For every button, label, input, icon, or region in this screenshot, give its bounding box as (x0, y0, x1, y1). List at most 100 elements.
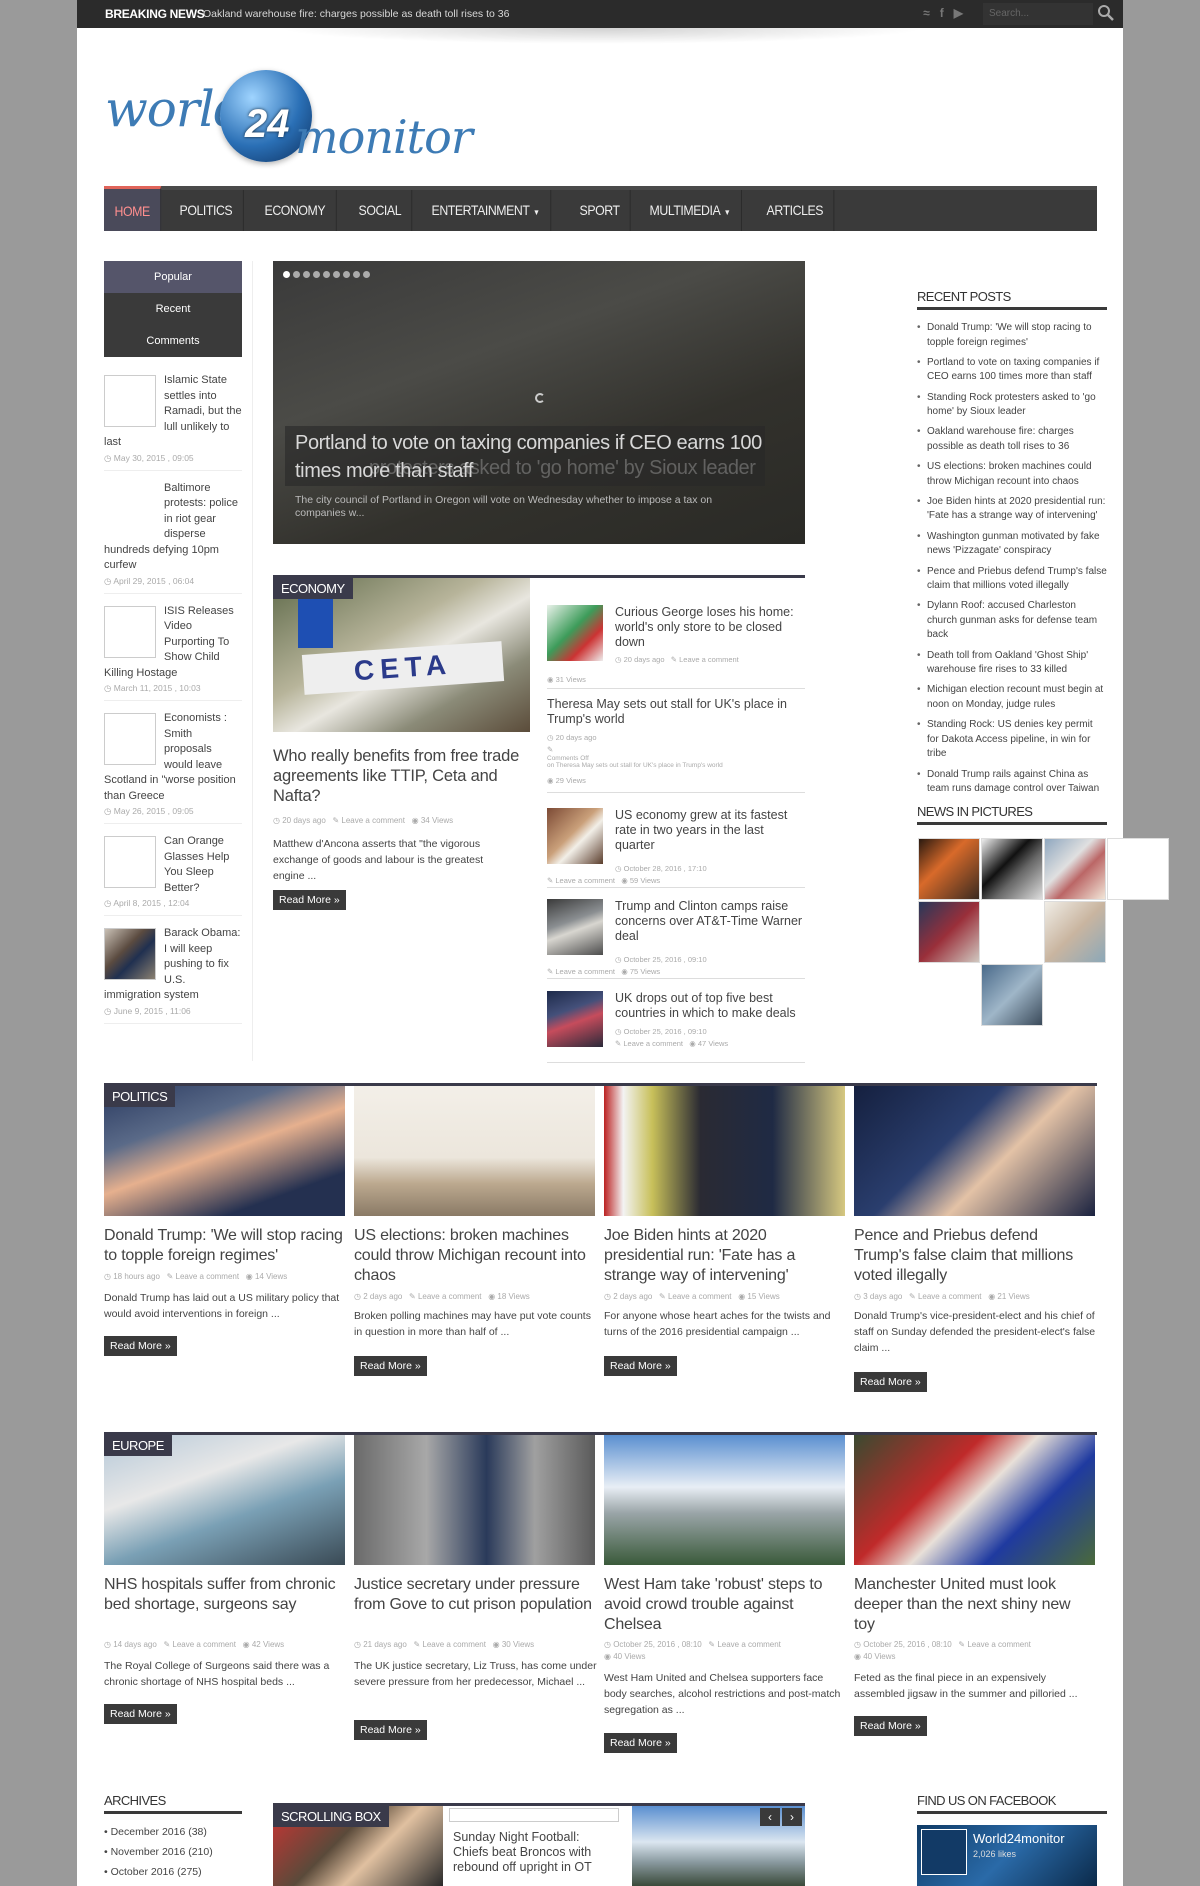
recent-post-link[interactable]: Donald Trump: 'We will stop racing to to… (917, 321, 1107, 350)
rss-icon[interactable]: ≈ (923, 6, 930, 20)
recent-post-link[interactable]: Pence and Priebus defend Trump's false c… (917, 565, 1107, 594)
read-more-button[interactable]: Read More » (354, 1720, 427, 1740)
politics-card-title[interactable]: US elections: broken machines could thro… (354, 1226, 595, 1286)
read-more-button[interactable]: Read More » (854, 1372, 927, 1392)
politics-image[interactable] (604, 1086, 845, 1216)
slider-dot[interactable] (363, 271, 370, 278)
category-label-europe[interactable]: EUROPE (104, 1435, 172, 1456)
site-logo[interactable]: world 24 monitor (105, 50, 485, 185)
tab-recent[interactable]: Recent (104, 293, 242, 325)
recent-post-link[interactable]: Washington gunman motivated by fake news… (917, 530, 1107, 559)
list-item[interactable]: Islamic State settles into Ramadi, but t… (104, 373, 242, 471)
search-input[interactable]: Search... (983, 3, 1093, 25)
slider-dot[interactable] (333, 271, 340, 278)
picture-thumbnail[interactable] (918, 838, 980, 900)
slider-dot[interactable] (323, 271, 330, 278)
nav-articles[interactable]: ARTICLES (756, 190, 835, 231)
prev-arrow-icon[interactable]: ‹ (760, 1808, 780, 1826)
nav-social[interactable]: SOCIAL (348, 190, 413, 231)
picture-thumbnail[interactable] (981, 964, 1043, 1026)
breaking-news-ticker[interactable]: Oakland warehouse fire: charges possible… (203, 0, 509, 28)
politics-card-title[interactable]: Joe Biden hints at 2020 presidential run… (604, 1226, 845, 1286)
picture-thumbnail[interactable] (1044, 901, 1106, 963)
list-item-title[interactable]: Trump and Clinton camps raise concerns o… (615, 899, 805, 944)
nav-home[interactable]: HOME (104, 186, 162, 231)
nav-politics[interactable]: POLITICS (169, 190, 244, 231)
nav-entertainment[interactable]: ENTERTAINMENT ▼ (421, 190, 551, 231)
archive-link[interactable]: • November 2016 (210) (104, 1842, 242, 1862)
nav-economy[interactable]: ECONOMY (254, 190, 337, 231)
europe-card-title[interactable]: Manchester United must look deeper than … (854, 1575, 1095, 1635)
thumbnail-image[interactable] (547, 808, 603, 864)
recent-post-link[interactable]: US elections: broken machines could thro… (917, 460, 1107, 489)
slider-dot[interactable] (293, 271, 300, 278)
slider-dot[interactable] (283, 271, 290, 278)
tab-comments[interactable]: Comments (104, 325, 242, 357)
read-more-button[interactable]: Read More » (273, 890, 346, 910)
economy-main-image[interactable]: CETA (273, 578, 530, 732)
thumbnail-image[interactable] (547, 899, 603, 955)
list-item-title[interactable]: Theresa May sets out stall for UK's plac… (547, 697, 805, 727)
youtube-icon[interactable]: ▶ (954, 6, 963, 20)
category-label-economy[interactable]: ECONOMY (273, 578, 353, 599)
list-item[interactable]: ISIS Releases Video Purporting To Show C… (104, 604, 242, 701)
next-arrow-icon[interactable]: › (782, 1808, 802, 1826)
list-item-title[interactable]: US economy grew at its fastest rate in t… (615, 808, 805, 853)
slider-dot[interactable] (343, 271, 350, 278)
thumbnail-image[interactable] (547, 991, 603, 1047)
recent-post-link[interactable]: Death toll from Oakland 'Ghost Ship' war… (917, 649, 1107, 678)
list-item[interactable]: Baltimore protests: police in riot gear … (104, 481, 242, 594)
picture-thumbnail[interactable] (1107, 838, 1169, 900)
facebook-widget[interactable]: World24monitor 2,026 likes (917, 1825, 1097, 1886)
nav-multimedia[interactable]: MULTIMEDIA ▼ (639, 190, 742, 231)
recent-post-link[interactable]: Joe Biden hints at 2020 presidential run… (917, 495, 1107, 524)
list-item[interactable]: Economists : Smith proposals would leave… (104, 711, 242, 824)
politics-image[interactable] (354, 1086, 595, 1216)
facebook-icon[interactable]: f (940, 6, 944, 20)
facebook-page-name[interactable]: World24monitor (973, 1831, 1065, 1846)
slider-dot[interactable] (303, 271, 310, 278)
read-more-button[interactable]: Read More » (854, 1716, 927, 1736)
list-item[interactable]: UK drops out of top five best countries … (547, 991, 805, 1063)
recent-post-link[interactable]: Michigan election recount must begin at … (917, 683, 1107, 712)
read-more-button[interactable]: Read More » (104, 1336, 177, 1356)
read-more-button[interactable]: Read More » (104, 1704, 177, 1724)
thumbnail-image[interactable] (104, 482, 156, 535)
thumbnail-image[interactable] (104, 836, 156, 888)
tab-popular[interactable]: Popular (104, 261, 242, 293)
archive-link[interactable]: • October 2016 (275) (104, 1862, 242, 1882)
list-item-title[interactable]: Curious George loses his home: world's o… (615, 605, 805, 650)
politics-card-title[interactable]: Donald Trump: 'We will stop racing to to… (104, 1226, 345, 1266)
read-more-button[interactable]: Read More » (354, 1356, 427, 1376)
europe-image[interactable] (354, 1435, 595, 1565)
thumbnail-image[interactable] (547, 605, 603, 661)
slider-dot[interactable] (353, 271, 360, 278)
europe-card-title[interactable]: West Ham take 'robust' steps to avoid cr… (604, 1575, 845, 1635)
featured-slider[interactable]: Portland to vote on taxing companies if … (273, 261, 805, 544)
recent-post-link[interactable]: Portland to vote on taxing companies if … (917, 356, 1107, 385)
europe-card-title[interactable]: Justice secretary under pressure from Go… (354, 1575, 595, 1615)
thumbnail-image[interactable] (104, 928, 156, 980)
europe-image[interactable] (604, 1435, 845, 1565)
list-item[interactable]: Can Orange Glasses Help You Sleep Better… (104, 834, 242, 916)
facebook-page-avatar[interactable] (921, 1829, 967, 1875)
thumbnail-image[interactable] (104, 713, 156, 765)
list-item[interactable]: Theresa May sets out stall for UK's plac… (547, 697, 805, 793)
picture-thumbnail[interactable] (918, 901, 980, 963)
list-item[interactable]: Trump and Clinton camps raise concerns o… (547, 899, 805, 979)
picture-thumbnail[interactable] (1044, 838, 1106, 900)
slider-pagination[interactable] (283, 271, 370, 278)
thumbnail-image[interactable] (104, 605, 156, 658)
read-more-button[interactable]: Read More » (604, 1733, 677, 1753)
europe-card-title[interactable]: NHS hospitals suffer from chronic bed sh… (104, 1575, 345, 1615)
recent-post-link[interactable]: Oakland warehouse fire: charges possible… (917, 425, 1107, 454)
list-item[interactable]: US economy grew at its fastest rate in t… (547, 808, 805, 888)
scrolling-box-title[interactable]: Sunday Night Football: Chiefs beat Bronc… (453, 1830, 613, 1875)
recent-post-link[interactable]: Standing Rock: US denies key permit for … (917, 718, 1107, 762)
search-icon[interactable] (1097, 4, 1115, 22)
economy-main-title[interactable]: Who really benefits from free trade agre… (273, 746, 533, 806)
scrolling-box-thumbnail[interactable] (449, 1808, 619, 1822)
recent-post-link[interactable]: Standing Rock protesters asked to 'go ho… (917, 391, 1107, 420)
politics-image[interactable] (854, 1086, 1095, 1216)
recent-post-link[interactable]: Donald Trump rails against China as team… (917, 768, 1107, 797)
